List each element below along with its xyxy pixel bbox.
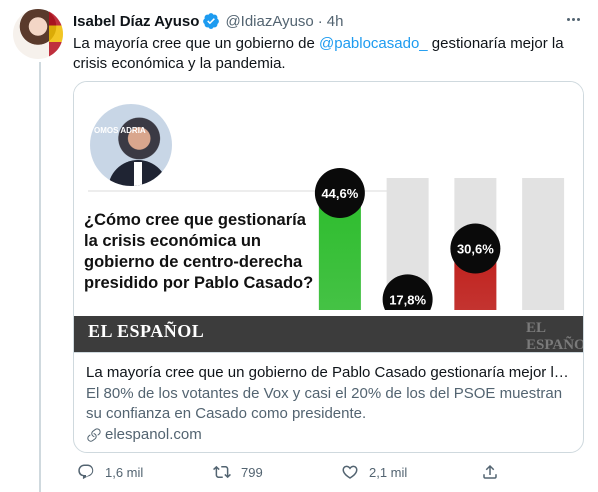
tweet-text-before: La mayoría cree que un gobierno de xyxy=(73,35,319,52)
card-domain[interactable]: elespanol.com xyxy=(86,425,571,445)
verified-badge-icon xyxy=(203,13,220,29)
brand-logo: EL ESPAÑOL xyxy=(88,321,205,341)
tweet-header: Isabel Díaz Ayuso @IdiazAyuso · 4h xyxy=(73,10,343,32)
retweet-count: 799 xyxy=(241,464,263,480)
author-name[interactable]: Isabel Díaz Ayuso xyxy=(73,13,199,30)
link-icon xyxy=(87,428,101,442)
thread-line xyxy=(39,62,41,492)
tweet-actions: 1,6 mil 799 2,1 mil xyxy=(73,460,513,484)
card-domain-text[interactable]: elespanol.com xyxy=(105,425,202,445)
bar-track xyxy=(522,178,565,310)
card-question: ¿Cómo cree que gestionaría la crisis eco… xyxy=(84,211,314,292)
card-description: El 80% de los votantes de Vox y casi el … xyxy=(86,385,563,422)
retweet-button[interactable]: 799 xyxy=(213,460,263,484)
author-handle[interactable]: @IdiazAyuso xyxy=(225,13,313,30)
reply-count: 1,6 mil xyxy=(105,464,144,480)
bar-chart: 44,6%Mejor17,8%Igual30,6%Peor7,0%Ns/Nc xyxy=(312,98,583,310)
card-image[interactable]: OMOS ADRIA ¿Cómo cree que gestionaría la… xyxy=(74,82,583,352)
like-button[interactable]: 2,1 mil xyxy=(341,460,407,484)
tweet-time[interactable]: 4h xyxy=(327,13,344,30)
share-button[interactable] xyxy=(481,460,509,484)
card-photo: OMOS ADRIA xyxy=(90,104,172,186)
photo-watermark: OMOS ADRIA xyxy=(94,126,146,135)
data-label: 17,8% xyxy=(389,292,426,307)
more-options-icon[interactable] xyxy=(562,9,584,29)
like-count: 2,1 mil xyxy=(369,464,408,480)
data-label: 44,6% xyxy=(321,186,358,201)
photo-shirt xyxy=(134,162,142,186)
data-label: 30,6% xyxy=(457,242,494,257)
mention-link[interactable]: @pablocasado_ xyxy=(319,35,428,52)
flag-decoration xyxy=(49,9,63,59)
separator-dot: · xyxy=(317,12,323,30)
link-card[interactable]: OMOS ADRIA ¿Cómo cree que gestionaría la… xyxy=(73,81,584,453)
brand-ghost-logo: EL ESPAÑOL xyxy=(526,320,583,352)
avatar[interactable] xyxy=(13,9,63,59)
tweet-text: La mayoría cree que un gobierno de @pabl… xyxy=(73,34,573,74)
card-title[interactable]: La mayoría cree que un gobierno de Pablo… xyxy=(86,363,571,383)
card-body[interactable]: La mayoría cree que un gobierno de Pablo… xyxy=(74,352,583,445)
share-icon xyxy=(483,464,497,479)
reply-icon xyxy=(78,464,94,480)
retweet-icon xyxy=(213,465,231,479)
heart-icon xyxy=(342,465,358,479)
reply-button[interactable]: 1,6 mil xyxy=(77,460,143,484)
bar-chart-svg: 44,6%Mejor17,8%Igual30,6%Peor7,0%Ns/Nc xyxy=(314,168,565,310)
